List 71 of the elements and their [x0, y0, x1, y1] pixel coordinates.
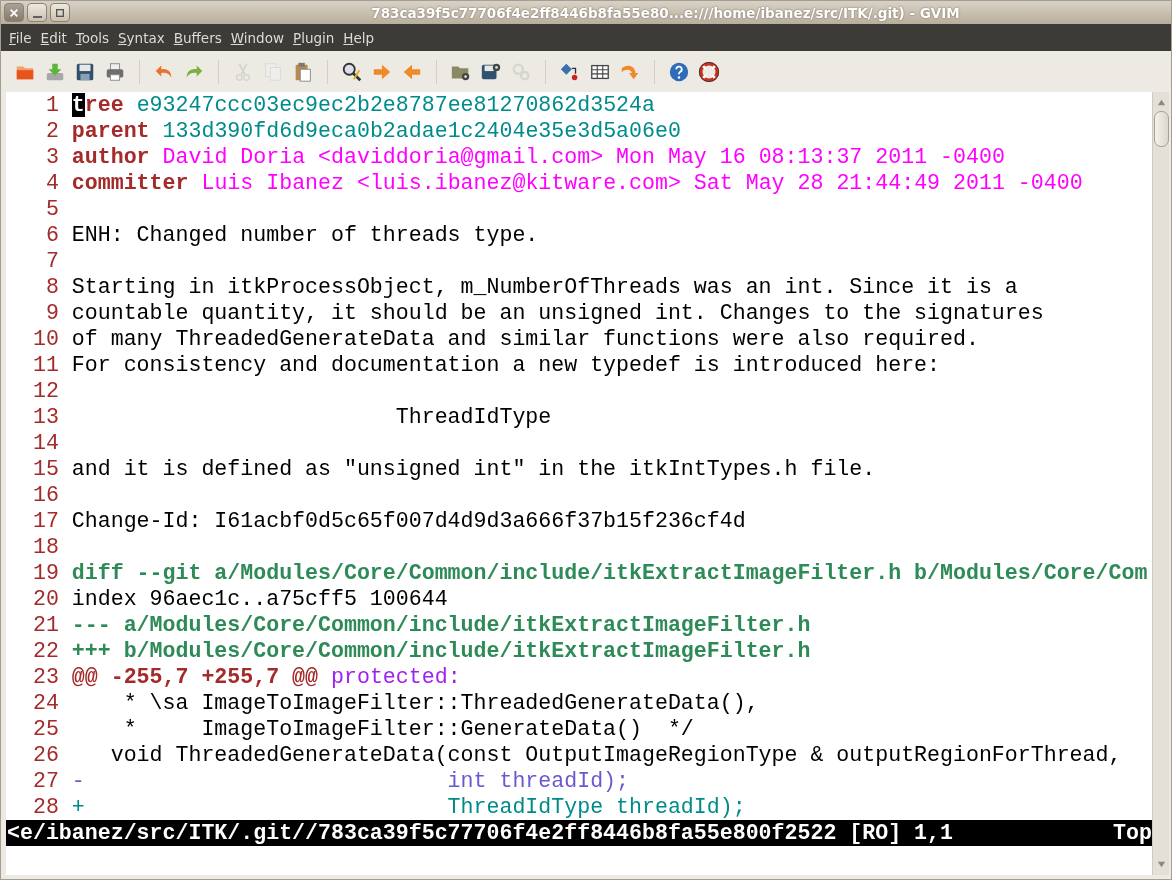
code-line: countable quantity, it should be an unsigned int. Changes to the signatures	[71, 301, 1044, 325]
close-button[interactable]	[4, 3, 24, 22]
code-line: void ThreadedGenerateData(const OutputImageRegionType & outputRegionForThread,	[109, 743, 1122, 767]
menu-item[interactable]: Window	[230, 29, 284, 46]
line-number: 12	[31, 378, 59, 404]
code-line: and it is defined as "unsigned int" in the itkIntTypes.h file.	[71, 457, 876, 481]
menu-item[interactable]: Plugin	[293, 29, 335, 46]
status-file-info: <e/ibanez/src/ITK/.git//783ca39f5c77706f4e2ff8446b8fa55e800f2522 [RO] 1,1	[7, 820, 953, 846]
code-line: For consistency and documentation a new typedef is introduced here:	[71, 353, 941, 377]
code-line: ThreadIdType	[394, 405, 552, 429]
code-line: parent 133d390fd6d9eca0b2adae1c2404e35e3d5a06e0	[71, 119, 681, 143]
code-line: Starting in itkProcessObject, m_NumberOfThreads was an int. Since it is a	[71, 275, 1018, 299]
code-line: - int threadId);	[71, 769, 630, 793]
minimize-button[interactable]	[27, 3, 47, 22]
line-number: 17	[31, 508, 59, 534]
line-number: 28	[31, 794, 59, 820]
code-line: --- a/Modules/Core/Common/include/itkExtractImageFilter.h	[71, 613, 811, 637]
code-line: @@ -255,7 +255,7 @@ protected:	[71, 665, 461, 689]
line-number: 14	[31, 430, 59, 456]
line-number: 18	[31, 534, 59, 560]
line-number: 16	[31, 482, 59, 508]
line-number: 23	[31, 664, 59, 690]
line-number: 5	[44, 196, 59, 222]
maximize-button[interactable]	[50, 3, 70, 22]
status-scroll-position: Top	[1113, 820, 1152, 846]
code-line: +++ b/Modules/Core/Common/include/itkExtractImageFilter.h	[71, 639, 811, 663]
menu-item[interactable]: File	[9, 29, 32, 46]
line-number: 27	[31, 768, 59, 794]
line-number: 21	[31, 612, 59, 638]
code-line: ENH: Changed number of threads type.	[71, 223, 539, 247]
scroll-down-icon[interactable]	[1156, 860, 1166, 869]
line-number: 11	[31, 352, 59, 378]
line-number: 7	[44, 248, 59, 274]
scrollbar-thumb[interactable]	[1153, 111, 1169, 147]
code-line: of many ThreadedGenerateData and similar functions were also required.	[71, 327, 979, 351]
code-line: + ThreadIdType threadId);	[71, 795, 746, 819]
line-number: 4	[44, 170, 59, 196]
menu-item[interactable]: Buffers	[173, 29, 222, 46]
minimize-icon	[32, 15, 42, 18]
menu-item[interactable]: Syntax	[118, 29, 165, 46]
line-number: 22	[31, 638, 59, 664]
menu-item[interactable]: Edit	[40, 29, 67, 46]
code-line: * \sa ImageToImageFilter::ThreadedGenerateData(),	[122, 691, 759, 715]
line-number: 26	[31, 742, 59, 768]
line-number: 19	[31, 560, 59, 586]
close-icon	[9, 7, 19, 18]
scroll-up-icon[interactable]	[1156, 98, 1166, 107]
menu-item[interactable]: Help	[343, 29, 375, 46]
scrollbar[interactable]	[1152, 92, 1169, 875]
code-line: * ImageToImageFilter::GenerateData() */	[122, 717, 694, 741]
window-title: 783ca39f5c77706f4e2ff8446b8fa55e80...e:///home/ibanez/src/ITK/.git) - GVIM	[370, 4, 961, 21]
line-number: 6	[44, 222, 59, 248]
line-number: 13	[31, 404, 59, 430]
maximize-icon	[55, 7, 65, 18]
line-number: 3	[44, 144, 59, 170]
code-line: tree e93247ccc03ec9ec2b2e8787ee81270862d3524a	[71, 93, 655, 117]
code-line: diff --git a/Modules/Core/Common/include/itkExtractImageFilter.h b/Modules/Core/Com	[71, 561, 1148, 585]
line-number: 25	[31, 716, 59, 742]
code-line: committer Luis Ibanez <luis.ibanez@kitware.com> Sat May 28 21:44:49 2011 -0400	[71, 171, 1083, 195]
code-line: author David Doria <daviddoria@gmail.com> Mon May 16 08:13:37 2011 -0400	[71, 145, 1005, 169]
line-number: 2	[44, 118, 59, 144]
line-number: 15	[31, 456, 59, 482]
line-number: 8	[44, 274, 59, 300]
line-number: 9	[44, 300, 59, 326]
line-number: 1	[44, 92, 59, 118]
menu-item[interactable]: Tools	[75, 29, 110, 46]
line-number: 20	[31, 586, 59, 612]
code-line: index 96aec1c..a75cff5 100644	[71, 587, 448, 611]
line-number: 24	[31, 690, 59, 716]
line-number: 10	[31, 326, 59, 352]
code-line: Change-Id: I61acbf0d5c65f007d4d9d3a666f37b15f236cf4d	[71, 509, 746, 533]
